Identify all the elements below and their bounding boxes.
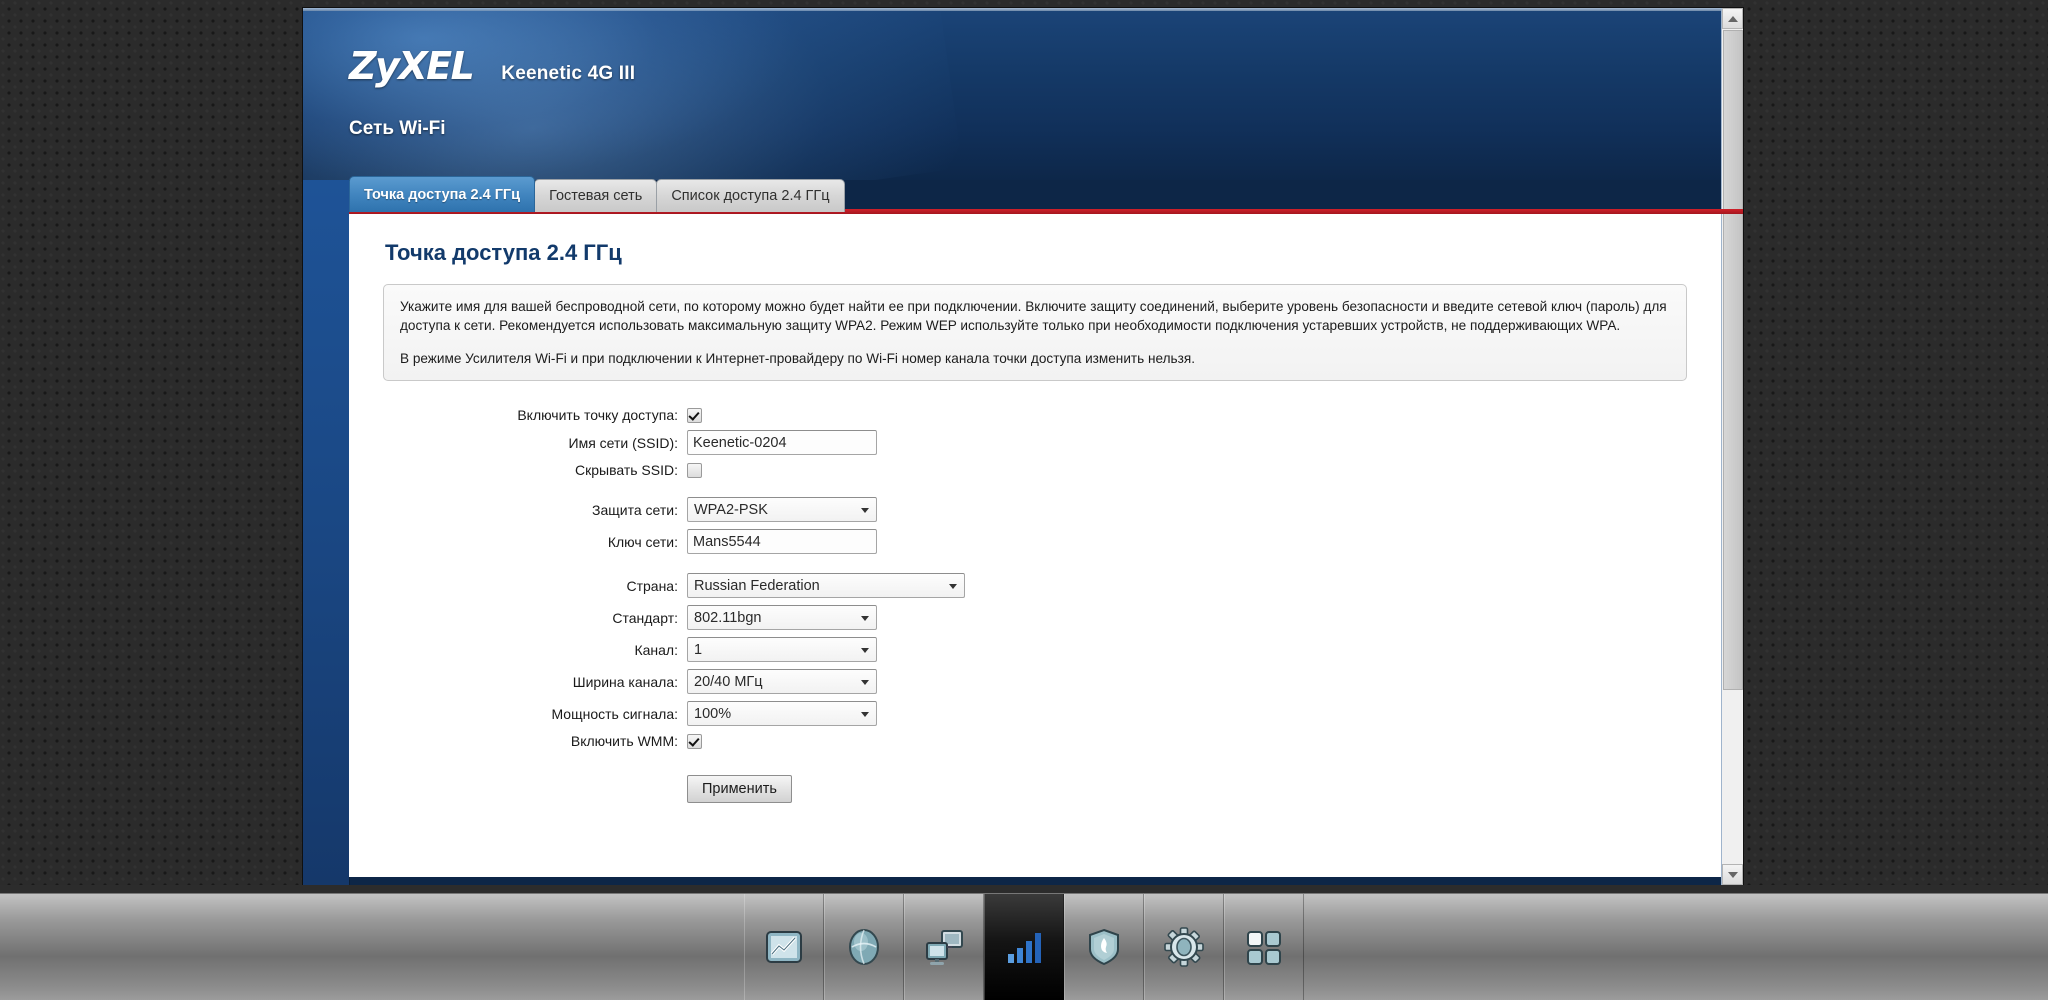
header-sheen-decoration — [303, 8, 963, 180]
standard-select[interactable]: 802.11bgn — [687, 605, 877, 631]
standard-label: Стандарт: — [612, 609, 678, 626]
chevron-down-icon — [861, 647, 869, 653]
zyxel-logo: ZyXEL — [349, 44, 475, 88]
shield-firewall-icon — [1082, 925, 1126, 969]
standard-select-value: 802.11bgn — [694, 609, 762, 626]
channel-select[interactable]: 1 — [687, 637, 877, 663]
security-select-value: WPA2-PSK — [694, 501, 768, 518]
row-enable-access-point: Включить точку доступа: — [383, 407, 1687, 423]
ssid-label: Имя сети (SSID): — [568, 434, 679, 451]
row-security: Защита сети: WPA2-PSK — [383, 497, 1687, 523]
brand-row: ZyXEL Keenetic 4G III — [349, 44, 635, 88]
chevron-down-icon — [949, 583, 957, 589]
ssid-input[interactable] — [687, 430, 877, 456]
row-channel: Канал: 1 — [383, 637, 1687, 663]
channel-width-select[interactable]: 20/40 МГц — [687, 669, 877, 695]
chevron-down-icon — [861, 615, 869, 621]
security-label: Защита сети: — [592, 501, 678, 518]
router-web-interface: ZyXEL Keenetic 4G III Сеть Wi-Fi Точка д… — [303, 8, 1743, 885]
taskbar-item-system-monitor[interactable] — [744, 894, 824, 1000]
row-network-key: Ключ сети: — [383, 529, 1687, 555]
signal-power-label: Мощность сигнала: — [551, 705, 678, 722]
info-paragraph-2: В режиме Усилителя Wi-Fi и при подключен… — [400, 350, 1195, 366]
country-select[interactable]: Russian Federation — [687, 573, 965, 599]
taskbar-item-wifi[interactable] — [984, 894, 1064, 1000]
hide-ssid-checkbox[interactable] — [687, 462, 702, 478]
tab-access-point-24[interactable]: Точка доступа 2.4 ГГц — [349, 176, 536, 212]
row-signal-power: Мощность сигнала: 100% — [383, 701, 1687, 727]
triangle-down-icon — [1727, 871, 1738, 878]
page-header: ZyXEL Keenetic 4G III Сеть Wi-Fi — [303, 8, 1743, 180]
scroll-down-button[interactable] — [1722, 864, 1743, 885]
chevron-down-icon — [861, 507, 869, 513]
hide-ssid-label: Скрывать SSID: — [574, 462, 678, 479]
enable-access-point-checkbox[interactable] — [687, 407, 702, 423]
taskbar-item-firewall[interactable] — [1064, 894, 1144, 1000]
home-network-icon — [921, 925, 967, 969]
info-paragraph-1: Укажите имя для вашей беспроводной сети,… — [400, 299, 1667, 333]
tab-access-list-24[interactable]: Список доступа 2.4 ГГц — [656, 179, 845, 212]
vertical-scrollbar[interactable] — [1721, 8, 1743, 885]
signal-power-select[interactable]: 100% — [687, 701, 877, 727]
gear-settings-icon — [1162, 925, 1206, 969]
country-label: Страна: — [626, 577, 678, 594]
row-ssid: Имя сети (SSID): — [383, 430, 1687, 456]
channel-width-select-value: 20/40 МГц — [694, 673, 763, 690]
content-heading: Точка доступа 2.4 ГГц — [385, 240, 622, 265]
signal-power-select-value: 100% — [694, 705, 732, 722]
security-select[interactable]: WPA2-PSK — [687, 497, 877, 523]
row-enable-wmm: Включить WMM: — [383, 733, 1687, 749]
tab-guest-network[interactable]: Гостевая сеть — [534, 179, 658, 212]
device-model-name: Keenetic 4G III — [501, 63, 636, 84]
globe-internet-icon — [842, 925, 886, 969]
chevron-down-icon — [861, 711, 869, 717]
bottom-taskbar — [0, 885, 2048, 1000]
apply-row: Применить — [678, 775, 1687, 804]
chevron-down-icon — [861, 679, 869, 685]
content-area: Точка доступа 2.4 ГГц Укажите имя для ва… — [349, 214, 1721, 877]
taskbar-item-settings[interactable] — [1144, 894, 1224, 1000]
triangle-up-icon — [1727, 15, 1738, 22]
apps-grid-icon — [1242, 925, 1286, 969]
enable-wmm-label: Включить WMM: — [570, 733, 678, 750]
wifi-signal-bars-icon — [1002, 925, 1046, 969]
scroll-up-button[interactable] — [1722, 8, 1743, 29]
tab-bar: Точка доступа 2.4 ГГц Гостевая сеть Спис… — [349, 176, 845, 212]
row-hide-ssid: Скрывать SSID: — [383, 462, 1687, 478]
wifi-settings-form: Включить точку доступа: Имя сети (SSID):… — [383, 407, 1687, 804]
info-panel: Укажите имя для вашей беспроводной сети,… — [383, 284, 1687, 382]
channel-select-value: 1 — [694, 641, 703, 658]
apply-button[interactable]: Применить — [687, 775, 792, 804]
channel-width-label: Ширина канала: — [572, 673, 678, 690]
monitor-chart-icon — [762, 925, 806, 969]
row-standard: Стандарт: 802.11bgn — [383, 605, 1687, 631]
row-country: Страна: Russian Federation — [383, 573, 1687, 599]
enable-access-point-label: Включить точку доступа: — [517, 407, 678, 424]
country-select-value: Russian Federation — [694, 577, 820, 594]
taskbar-item-apps[interactable] — [1224, 894, 1304, 1000]
taskbar-item-home-network[interactable] — [904, 894, 984, 1000]
enable-wmm-checkbox[interactable] — [687, 733, 702, 749]
taskbar-item-internet[interactable] — [824, 894, 904, 1000]
scrollbar-thumb[interactable] — [1723, 30, 1743, 690]
page-title: Сеть Wi-Fi — [349, 118, 446, 139]
row-channel-width: Ширина канала: 20/40 МГц — [383, 669, 1687, 695]
header-top-highlight — [303, 8, 1743, 11]
channel-label: Канал: — [634, 641, 678, 658]
network-key-label: Ключ сети: — [607, 533, 678, 550]
network-key-input[interactable] — [687, 529, 877, 555]
